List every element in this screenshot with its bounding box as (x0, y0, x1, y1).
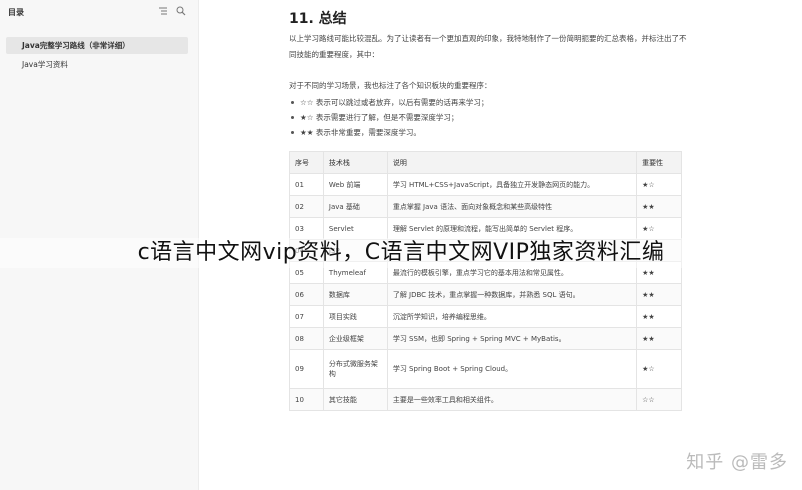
table-row: 07 项目实践 沉淀所学知识，培养编程思维。 ★★ (289, 305, 682, 328)
intro-paragraph-line2: 同技能的重要程度，其中： (289, 50, 379, 59)
table-cell: ★☆ (636, 173, 682, 196)
table-cell: Web 前端 (322, 173, 388, 196)
table-cell: 08 (289, 327, 324, 350)
table-cell: ★★ (636, 305, 682, 328)
summary-table: 序号 技术栈 说明 重要性 01 Web 前端 学习 HTML+CSS+Java… (289, 151, 682, 411)
table-cell: 学习 Spring Boot + Spring Cloud。 (386, 349, 638, 389)
list-icon[interactable] (158, 6, 168, 16)
table-cell: 重点掌握 Java 语法、面向对象概念和某些高级特性 (386, 195, 638, 218)
overlay-title: c语言中文网vip资料，C语言中文网VIP独家资料汇编 (0, 238, 802, 268)
table-cell: 学习 HTML+CSS+JavaScript，具备独立开发静态网页的能力。 (386, 173, 638, 196)
table-cell: ★☆ (636, 349, 682, 389)
table-cell: ★☆ (636, 217, 682, 240)
table-cell: 03 (289, 217, 324, 240)
table-cell: 其它技能 (322, 388, 388, 411)
header-cell-desc: 说明 (386, 151, 638, 174)
header-cell-index: 序号 (289, 151, 324, 174)
toc-item-roadmap[interactable]: Java完整学习路线（非常详细） (6, 37, 188, 54)
table-cell: 企业级框架 (322, 327, 388, 350)
table-row: 08 企业级框架 学习 SSM，也即 Spring + Spring MVC +… (289, 327, 682, 350)
toc-header: 目录 (8, 6, 190, 20)
intro-paragraph-line1: 以上学习路线可能比较混乱。为了让读者有一个更加直观的印象，我特地制作了一份简明扼… (289, 34, 687, 43)
bullet-item: ★★ 表示非常重要，需要深度学习。 (291, 126, 421, 139)
table-row: 02 Java 基础 重点掌握 Java 语法、面向对象概念和某些高级特性 ★★ (289, 195, 682, 218)
table-cell: 01 (289, 173, 324, 196)
table-cell: Java 基础 (322, 195, 388, 218)
header-cell-tech: 技术栈 (322, 151, 388, 174)
table-row: 09 分布式微服务架构 学习 Spring Boot + Spring Clou… (289, 349, 682, 389)
search-icon[interactable] (176, 6, 186, 16)
table-cell: 06 (289, 283, 324, 306)
table-header-row: 序号 技术栈 说明 重要性 (289, 151, 682, 174)
table-cell: 07 (289, 305, 324, 328)
bullet-item: ☆☆ 表示可以跳过或者放弃，以后有需要的话再来学习； (291, 96, 488, 109)
table-row: 06 数据库 了解 JDBC 技术，重点掌握一种数据库，并熟悉 SQL 语句。 … (289, 283, 682, 306)
table-cell: 分布式微服务架构 (322, 349, 388, 389)
table-cell: 沉淀所学知识，培养编程思维。 (386, 305, 638, 328)
table-cell: 10 (289, 388, 324, 411)
table-row: 03 Servlet 理解 Servlet 的原理和流程，能写出简单的 Serv… (289, 217, 682, 240)
table-cell: ★★ (636, 195, 682, 218)
table-cell: 学习 SSM，也即 Spring + Spring MVC + MyBatis。 (386, 327, 638, 350)
table-cell: ☆☆ (636, 388, 682, 411)
table-cell: 主要是一些效率工具和相关组件。 (386, 388, 638, 411)
table-cell: ★★ (636, 283, 682, 306)
table-row: 01 Web 前端 学习 HTML+CSS+JavaScript，具备独立开发静… (289, 173, 682, 196)
header-cell-importance: 重要性 (636, 151, 682, 174)
table-cell: Servlet (322, 217, 388, 240)
table-cell: ★★ (636, 327, 682, 350)
table-cell: 了解 JDBC 技术，重点掌握一种数据库，并熟悉 SQL 语句。 (386, 283, 638, 306)
toc-item-materials[interactable]: Java学习资料 (6, 56, 188, 73)
section-heading: 11. 总结 (289, 11, 347, 27)
table-row: 10 其它技能 主要是一些效率工具和相关组件。 ☆☆ (289, 388, 682, 411)
toc-title: 目录 (8, 8, 24, 17)
table-cell: 项目实践 (322, 305, 388, 328)
zhihu-watermark: 知乎 @雷多 (686, 452, 788, 473)
table-cell: 02 (289, 195, 324, 218)
table-cell: 09 (289, 349, 324, 389)
bullet-item: ★☆ 表示需要进行了解，但是不需要深度学习； (291, 111, 458, 124)
table-cell: 数据库 (322, 283, 388, 306)
intro-paragraph-2: 对于不同的学习场景，我也标注了各个知识板块的重要程序： (289, 81, 492, 90)
table-cell: 理解 Servlet 的原理和流程，能写出简单的 Servlet 程序。 (386, 217, 638, 240)
